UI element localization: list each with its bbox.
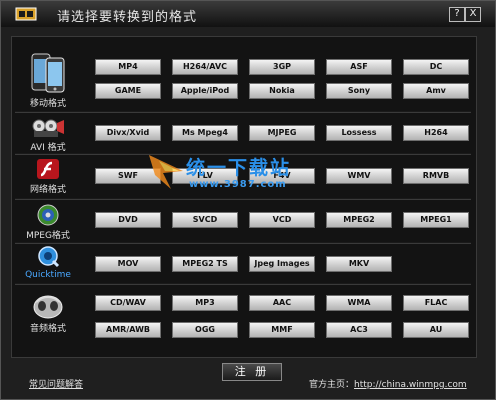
format-button-3gp[interactable]: 3GP — [249, 59, 315, 75]
format-button-mov[interactable]: MOV — [95, 256, 161, 272]
format-button-mjpeg[interactable]: MJPEG — [249, 125, 315, 141]
format-button-cd-wav[interactable]: CD/WAV — [95, 295, 161, 311]
watermark-url: www.3987.com — [189, 179, 287, 190]
format-button-mmf[interactable]: MMF — [249, 322, 315, 338]
format-button-divx-xvid[interactable]: Divx/Xvid — [95, 125, 161, 141]
category-avi: AVI 格式 — [13, 117, 83, 153]
app-logo-icon — [15, 7, 37, 21]
separator — [15, 198, 471, 200]
category-quicktime: Quicktime — [13, 245, 83, 280]
format-button-wmv[interactable]: WMV — [326, 168, 392, 184]
format-button-jpeg-images[interactable]: Jpeg Images — [249, 256, 315, 272]
avi-film-icon — [32, 119, 64, 137]
category-label: 音频格式 — [29, 324, 66, 334]
format-button-h264[interactable]: H264 — [403, 125, 469, 141]
format-button-nokia[interactable]: Nokia — [249, 83, 315, 99]
format-button-h264-avc[interactable]: H264/AVC — [172, 59, 238, 75]
format-button-dc[interactable]: DC — [403, 59, 469, 75]
format-button-mpeg2[interactable]: MPEG2 — [326, 212, 392, 228]
window-title: 请选择要转换到的格式 — [57, 10, 198, 25]
faq-link[interactable]: 常见问题解答 — [29, 377, 83, 390]
format-button-apple-ipod[interactable]: Apple/iPod — [172, 83, 238, 99]
category-label: AVI 格式 — [30, 143, 66, 153]
format-button-rmvb[interactable]: RMVB — [403, 168, 469, 184]
format-select-window: 请选择要转换到的格式 ? X 移动格式 AVI 格式 网络格式 MPEG格式 Q… — [0, 0, 496, 400]
flash-icon — [37, 159, 59, 179]
format-button-ms-mpeg4[interactable]: Ms Mpeg4 — [172, 125, 238, 141]
category-mpeg: MPEG格式 — [13, 203, 83, 241]
format-button-flac[interactable]: FLAC — [403, 295, 469, 311]
format-button-vcd[interactable]: VCD — [249, 212, 315, 228]
help-button[interactable]: ? — [449, 7, 465, 22]
separator — [15, 111, 471, 113]
audio-headphones-icon — [33, 295, 63, 319]
category-mobile: 移动格式 — [13, 51, 83, 109]
title-bar[interactable]: 请选择要转换到的格式 ? X — [1, 1, 495, 27]
format-button-wma[interactable]: WMA — [326, 295, 392, 311]
close-button[interactable]: X — [465, 7, 481, 22]
format-button-mpeg2-ts[interactable]: MPEG2 TS — [172, 256, 238, 272]
category-label: 移动格式 — [29, 99, 66, 109]
format-button-amv[interactable]: Amv — [403, 83, 469, 99]
homepage-link[interactable]: http://china.winmpg.com — [354, 380, 467, 390]
category-label: MPEG格式 — [26, 231, 70, 241]
register-button[interactable]: 注 册 — [222, 363, 282, 381]
format-button-aac[interactable]: AAC — [249, 295, 315, 311]
format-button-svcd[interactable]: SVCD — [172, 212, 238, 228]
format-button-sony[interactable]: Sony — [326, 83, 392, 99]
format-button-dvd[interactable]: DVD — [95, 212, 161, 228]
format-button-lossess[interactable]: Lossess — [326, 125, 392, 141]
format-button-ac3[interactable]: AC3 — [326, 322, 392, 338]
format-button-asf[interactable]: ASF — [326, 59, 392, 75]
quicktime-icon — [38, 246, 60, 268]
category-label: 网络格式 — [29, 185, 66, 195]
watermark-text: 统一下载站 — [186, 157, 292, 179]
category-label: Quicktime — [25, 270, 71, 280]
category-audio: 音频格式 — [13, 292, 83, 334]
format-button-amr-awb[interactable]: AMR/AWB — [95, 322, 161, 338]
format-button-au[interactable]: AU — [403, 322, 469, 338]
category-web: 网络格式 — [13, 157, 83, 195]
format-button-game[interactable]: GAME — [95, 83, 161, 99]
mpeg-disc-icon — [37, 204, 59, 226]
homepage-prefix: 官方主页： — [309, 380, 355, 390]
format-button-mp4[interactable]: MP4 — [95, 59, 161, 75]
separator — [15, 242, 471, 244]
format-button-mpeg1[interactable]: MPEG1 — [403, 212, 469, 228]
format-button-mkv[interactable]: MKV — [326, 256, 392, 272]
format-button-ogg[interactable]: OGG — [172, 322, 238, 338]
format-button-mp3[interactable]: MP3 — [172, 295, 238, 311]
mobile-phone-icon — [31, 53, 65, 93]
homepage-info: 官方主页：http://china.winmpg.com — [309, 377, 467, 390]
separator — [15, 283, 471, 285]
